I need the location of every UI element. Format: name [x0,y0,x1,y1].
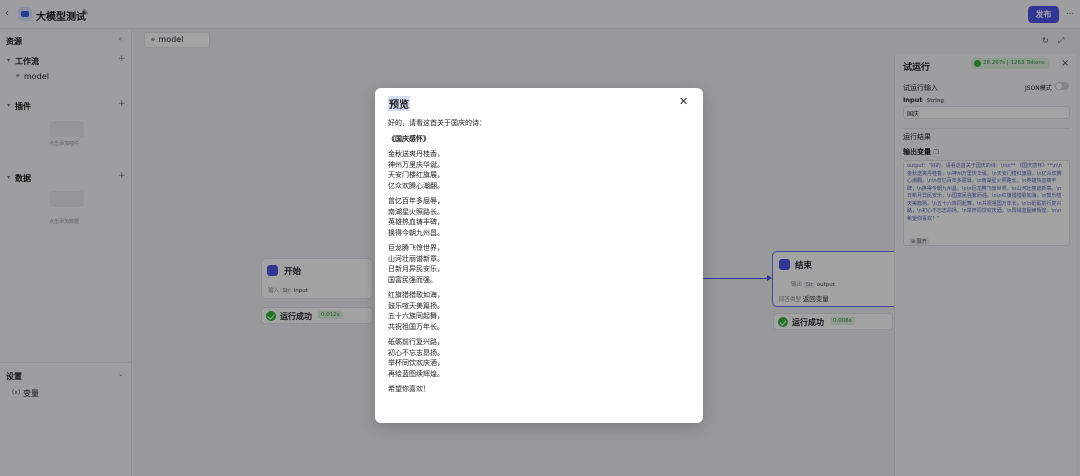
poem-line: 英雄热血铸丰碑， [388,218,444,226]
poem-line: 天安门楼红旗展， [388,171,444,179]
poem-line: 换得今朝九州昌。 [388,228,444,237]
poem-line: 国富民强而强。 [388,275,437,284]
poem-line: 鼓乐喧天美篇扬。 [388,301,444,310]
preview-content: 好的，请看这首关于国庆的诗： 《国庆感怀》 金秋送爽丹桂香， 神州万里庆华诞。 … [388,118,688,395]
poem-line: 亿众欢腾心潮翻。 [388,181,444,190]
poem-line: 神州万里庆华诞。 [388,160,444,169]
poem-line: 再绘蓝图续辉煌。 [388,369,444,378]
modal-title: 预览 [388,96,410,111]
poem-line: 五十六族同起舞， [388,312,444,320]
poem-line: 举杯同饮欢庆酒， [388,359,444,367]
poem-line: 巨龙腾飞惊世界， [388,244,444,252]
poem-line: 共祝祖国万年长。 [388,322,444,331]
stanza: 巨龙腾飞惊世界， 山河壮丽谱新章。 日新月异民安乐， 国富民强而强。 [388,243,688,285]
preview-intro: 好的，请看这首关于国庆的诗： [388,119,486,127]
poem-line: 初心不忘志昂扬。 [388,348,444,357]
poem-line: 曾忆百年多屈辱， [388,197,444,205]
stanza: 红旗猎猎歌如海， 鼓乐喧天美篇扬。 五十六族同起舞， 共祝祖国万年长。 [388,290,688,332]
stanza: 曾忆百年多屈辱， 南湖星火照路长。 英雄热血铸丰碑， 换得今朝九州昌。 [388,196,688,238]
poem-title: 《国庆感怀》 [388,134,430,143]
preview-modal: 预览 ✕ 好的，请看这首关于国庆的诗： 《国庆感怀》 金秋送爽丹桂香， 神州万里… [375,88,703,423]
poem-line: 山河壮丽谱新章。 [388,254,444,263]
stanza: 砥砺前行复兴路， 初心不忘志昂扬。 举杯同饮欢庆酒， 再绘蓝图续辉煌。 [388,337,688,379]
poem-line: 金秋送爽丹桂香， [388,150,444,158]
poem-line: 日新月异民安乐， [388,265,444,273]
poem-line: 砥砺前行复兴路， [388,338,444,346]
poem-line: 红旗猎猎歌如海， [388,291,444,299]
stanza: 金秋送爽丹桂香， 神州万里庆华诞。 天安门楼红旗展， 亿众欢腾心潮翻。 [388,149,688,191]
poem-line: 南湖星火照路长。 [388,207,444,216]
preview-outro: 希望你喜欢！ [388,385,430,393]
close-icon[interactable]: ✕ [679,95,688,108]
